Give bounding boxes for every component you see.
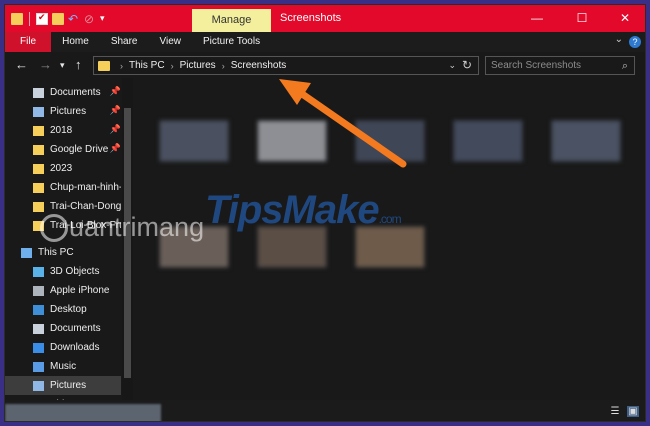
- blurred-taskbar-strip: [5, 404, 161, 421]
- annotation-arrow: [279, 79, 407, 168]
- large-icons-view-icon[interactable]: ▣: [627, 406, 639, 417]
- details-view-icon[interactable]: ☰: [609, 406, 621, 417]
- file-explorer-window: ↶ ⊘ ▾ Manage Screenshots — ☐ ✕ File Home…: [4, 4, 646, 422]
- arrow-shaft: [291, 85, 407, 168]
- status-bar: ☰ ▣: [5, 400, 645, 421]
- arrow-head: [279, 79, 311, 105]
